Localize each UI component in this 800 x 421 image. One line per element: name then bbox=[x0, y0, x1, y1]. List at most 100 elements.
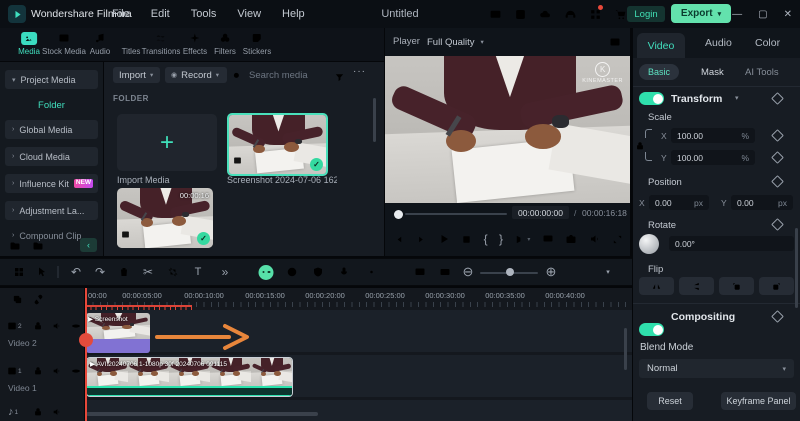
media-panel-scrollbar[interactable] bbox=[373, 98, 376, 142]
ai-assistant-icon[interactable] bbox=[258, 259, 274, 285]
delete-icon[interactable] bbox=[118, 259, 130, 285]
keyframe-panel-button[interactable]: Keyframe Panel bbox=[721, 392, 796, 410]
render-preview-icon[interactable] bbox=[609, 35, 621, 53]
split-icon[interactable]: ▾ bbox=[514, 234, 530, 245]
media-item-screenshot[interactable]: ✓ bbox=[227, 113, 328, 176]
cart-icon[interactable] bbox=[612, 6, 628, 22]
sidebar-item-project-media[interactable]: ▾ Project Media bbox=[5, 70, 98, 89]
audio1-mute-icon[interactable] bbox=[52, 407, 62, 417]
playhead[interactable] bbox=[85, 288, 87, 421]
save-icon[interactable] bbox=[512, 6, 528, 22]
zoom-out-icon[interactable]: ⊖ bbox=[463, 259, 474, 285]
video1-lock-icon[interactable] bbox=[33, 366, 43, 376]
login-button[interactable]: Login bbox=[627, 6, 665, 22]
video2-lock-icon[interactable] bbox=[33, 321, 43, 331]
timeline-horizontal-scrollbar[interactable] bbox=[86, 412, 318, 416]
filter-icon[interactable] bbox=[334, 70, 345, 88]
text-tool-icon[interactable]: T bbox=[195, 259, 202, 285]
video2-visibility-icon[interactable] bbox=[71, 321, 81, 331]
select-tool-icon[interactable] bbox=[36, 259, 48, 285]
tab-effects[interactable]: Effects bbox=[183, 31, 207, 56]
record-button[interactable]: ◉ Record ▾ bbox=[165, 67, 227, 83]
menu-file[interactable]: File bbox=[112, 8, 130, 20]
mark-out-icon[interactable]: } bbox=[499, 232, 503, 246]
position-keyframe-icon[interactable] bbox=[771, 175, 784, 188]
sidebar-item-influence-kit[interactable]: › Influence Kit NEW bbox=[5, 174, 98, 193]
import-media-card[interactable]: + bbox=[117, 114, 217, 171]
playhead-grip[interactable] bbox=[79, 333, 93, 347]
tab-transitions[interactable]: Transitions bbox=[142, 31, 180, 56]
volume-icon[interactable] bbox=[589, 233, 601, 245]
scale-y-keyframe-icon[interactable] bbox=[771, 151, 784, 164]
compositing-keyframe-icon[interactable] bbox=[771, 310, 784, 323]
seek-track[interactable] bbox=[405, 213, 507, 215]
rotate-input[interactable]: 0.00° bbox=[669, 236, 794, 251]
track-height-icon[interactable] bbox=[587, 259, 599, 285]
seek-handle[interactable] bbox=[394, 210, 403, 219]
export-button[interactable]: Export ▾ bbox=[671, 4, 731, 23]
mark-in-icon[interactable]: { bbox=[484, 232, 488, 246]
reset-button[interactable]: Reset bbox=[647, 392, 693, 410]
video1-mute-icon[interactable] bbox=[52, 366, 62, 376]
rotate-dial[interactable] bbox=[639, 234, 659, 254]
sidebar-item-folder[interactable]: Folder bbox=[0, 96, 103, 114]
tab-filters[interactable]: Filters bbox=[214, 31, 236, 56]
video-viewport[interactable]: K KINEMASTER bbox=[385, 56, 630, 203]
workspace-icon[interactable] bbox=[487, 6, 503, 22]
video2-mute-icon[interactable] bbox=[52, 321, 62, 331]
tab-audio[interactable]: Audio bbox=[90, 31, 110, 56]
rotate-clockwise-button[interactable] bbox=[759, 277, 794, 295]
search-input[interactable] bbox=[247, 69, 329, 82]
more-options-icon[interactable]: ··· bbox=[353, 66, 366, 77]
mask-shield-icon[interactable] bbox=[312, 259, 324, 285]
timeline-zoom-knob[interactable] bbox=[506, 268, 514, 276]
track-lane-audio1[interactable] bbox=[85, 400, 632, 421]
redo-icon[interactable]: ↷ bbox=[95, 259, 105, 285]
marker-icon[interactable] bbox=[439, 259, 451, 285]
duplicate-track-icon[interactable] bbox=[12, 294, 23, 305]
lock-ratio-icon[interactable] bbox=[635, 138, 645, 156]
blend-mode-dropdown[interactable]: Normal ▾ bbox=[639, 359, 794, 378]
flip-horizontal-button[interactable] bbox=[639, 277, 674, 295]
subtab-mask[interactable]: Mask bbox=[701, 67, 724, 78]
snapshot-camera-icon[interactable] bbox=[565, 233, 577, 245]
scale-x-keyframe-icon[interactable] bbox=[771, 129, 784, 142]
tab-media[interactable]: Media bbox=[18, 31, 40, 56]
tab-titles[interactable]: Titles bbox=[122, 31, 140, 56]
transform-toggle[interactable] bbox=[639, 92, 664, 105]
timeline-clip-video[interactable]: ▶ AVI.20240706 1-1080p 30f 20240706 0911… bbox=[86, 357, 293, 397]
zoom-in-icon[interactable]: ⊕ bbox=[546, 259, 557, 285]
tab-stock-media[interactable]: Stock Media bbox=[42, 31, 86, 56]
tab-video[interactable]: Video bbox=[637, 33, 685, 58]
new-folder-icon[interactable] bbox=[9, 239, 21, 257]
subtab-ai-tools[interactable]: AI Tools bbox=[745, 67, 779, 78]
support-headset-icon[interactable] bbox=[562, 6, 578, 22]
rotate-counterclockwise-button[interactable] bbox=[719, 277, 754, 295]
previous-frame-icon[interactable] bbox=[393, 234, 404, 245]
close-button[interactable]: ✕ bbox=[784, 9, 792, 20]
transform-keyframe-icon[interactable] bbox=[771, 92, 784, 105]
maximize-button[interactable]: ▢ bbox=[758, 9, 767, 20]
collapse-sidebar-button[interactable]: ‹ bbox=[80, 238, 97, 252]
tab-color[interactable]: Color bbox=[755, 37, 780, 49]
voiceover-mic-icon[interactable] bbox=[338, 259, 350, 285]
rotate-keyframe-icon[interactable] bbox=[771, 218, 784, 231]
fullscreen-icon[interactable] bbox=[612, 234, 623, 245]
transform-chevron-icon[interactable]: ▾ bbox=[735, 94, 739, 102]
menu-edit[interactable]: Edit bbox=[151, 8, 170, 20]
menu-help[interactable]: Help bbox=[282, 8, 305, 20]
sidebar-item-adjustment-layer[interactable]: › Adjustment La... bbox=[5, 201, 98, 220]
current-time[interactable]: 00:00:00:00 bbox=[512, 206, 569, 219]
minimize-button[interactable]: — bbox=[732, 9, 742, 20]
timeline-vertical-scrollbar[interactable] bbox=[624, 328, 627, 370]
sidebar-item-global-media[interactable]: › Global Media bbox=[5, 120, 98, 139]
mirror-display-icon[interactable] bbox=[542, 233, 554, 245]
cloud-upload-icon[interactable] bbox=[537, 6, 553, 22]
stop-icon[interactable] bbox=[461, 234, 472, 245]
split-scissors-icon[interactable]: ✂ bbox=[143, 259, 153, 285]
flip-vertical-button[interactable] bbox=[679, 277, 714, 295]
media-item-video[interactable]: 00:00:16 ✓ bbox=[117, 188, 213, 248]
step-forward-icon[interactable] bbox=[415, 234, 426, 245]
speed-ramping-icon[interactable] bbox=[286, 259, 298, 285]
play-icon[interactable] bbox=[438, 233, 450, 245]
